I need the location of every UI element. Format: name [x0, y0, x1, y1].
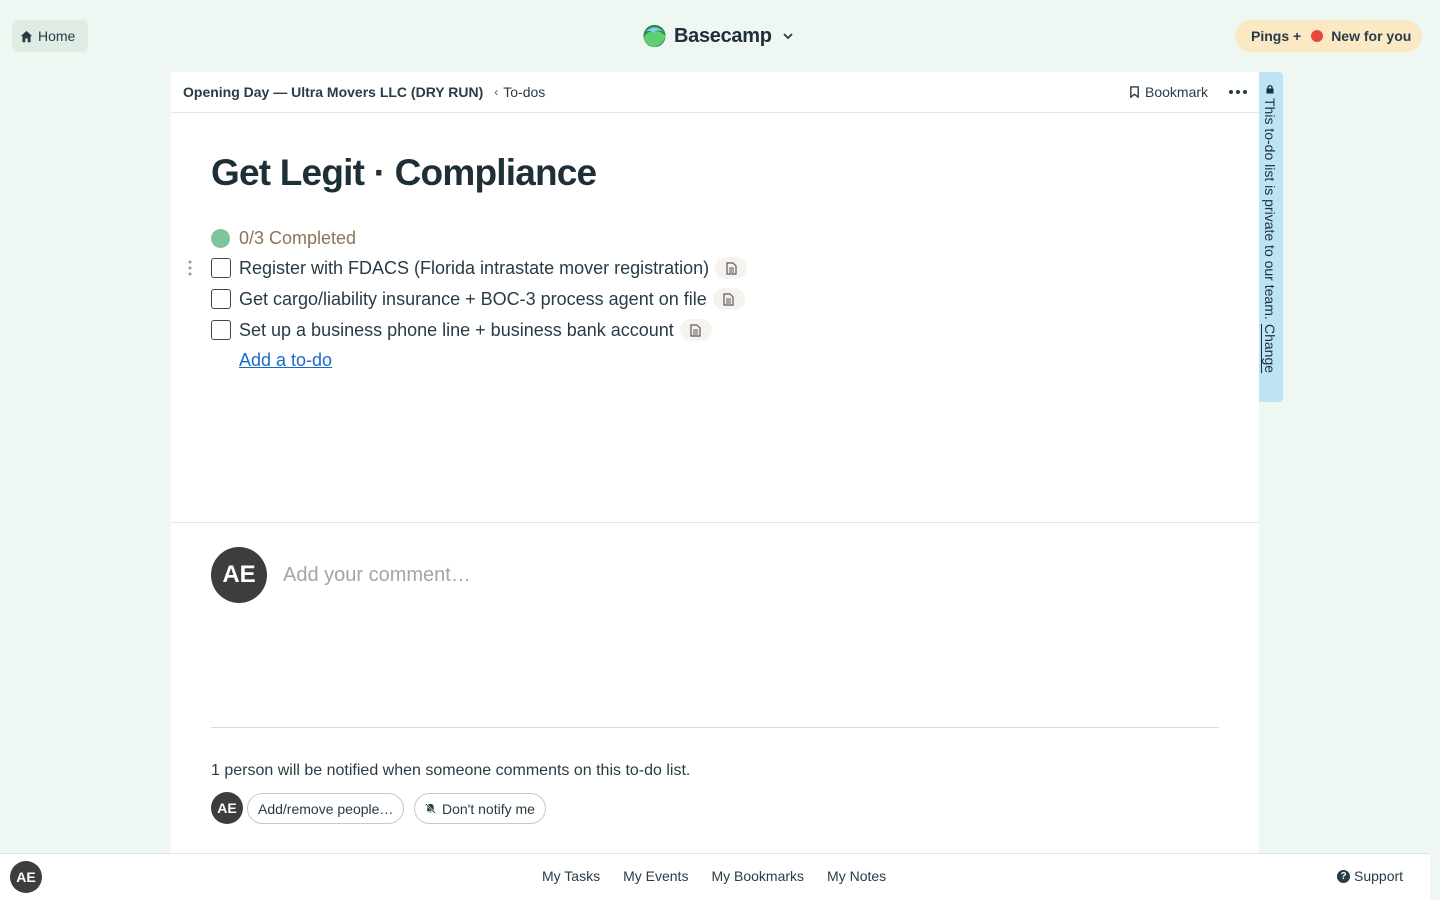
- ellipsis-icon: [1229, 90, 1247, 94]
- dont-notify-label: Don't notify me: [442, 800, 535, 817]
- bookmark-label: Bookmark: [1145, 84, 1209, 100]
- add-todo-link[interactable]: Add a to-do: [239, 350, 332, 371]
- add-remove-people-button[interactable]: Add/remove people…: [247, 793, 405, 824]
- progress-pie-icon: [211, 229, 230, 248]
- todo-label[interactable]: Get cargo/liability insurance + BOC-3 pr…: [239, 289, 707, 310]
- drag-handle-icon[interactable]: [187, 259, 193, 277]
- pings-bar: Pings + New for you: [1235, 20, 1422, 52]
- basecamp-switcher[interactable]: Basecamp: [641, 22, 794, 50]
- breadcrumb-todos[interactable]: To-dos: [503, 84, 545, 100]
- pings-button[interactable]: Pings +: [1251, 28, 1301, 44]
- my-notes-link[interactable]: My Notes: [827, 868, 886, 884]
- todolist-card: Opening Day — Ultra Movers LLC (DRY RUN)…: [171, 72, 1259, 853]
- basecamp-logo-icon: [643, 24, 666, 48]
- breadcrumb-separator: ‹: [494, 85, 499, 99]
- change-visibility-link[interactable]: Change: [1262, 324, 1278, 373]
- support-button[interactable]: ? Support: [1337, 868, 1403, 884]
- home-button[interactable]: Home: [12, 20, 88, 52]
- notes-icon: [715, 257, 748, 279]
- divider: [171, 522, 1259, 523]
- notification-dot-icon: [1311, 30, 1324, 42]
- progress-indicator: 0/3 Completed: [211, 228, 356, 249]
- breadcrumb-project[interactable]: Opening Day — Ultra Movers LLC (DRY RUN): [183, 84, 483, 100]
- account-avatar[interactable]: AE: [10, 861, 42, 893]
- home-label: Home: [38, 28, 76, 44]
- progress-text: 0/3 Completed: [239, 228, 357, 248]
- help-icon: ?: [1337, 869, 1350, 883]
- bookmark-button[interactable]: Bookmark: [1129, 82, 1208, 102]
- private-notice-text: This to-do list is private to our team.: [1262, 98, 1278, 320]
- avatar: AE: [211, 547, 267, 603]
- divider: [211, 727, 1219, 728]
- chevron-down-icon: [783, 33, 793, 40]
- my-tasks-link[interactable]: My Tasks: [542, 868, 600, 884]
- support-label: Support: [1354, 868, 1404, 884]
- subscriber-avatar[interactable]: AE: [211, 792, 243, 824]
- new-for-you-button[interactable]: New for you: [1331, 28, 1411, 44]
- home-icon: [20, 30, 33, 42]
- todo-item: Get cargo/liability insurance + BOC-3 pr…: [211, 287, 745, 311]
- bottom-bar: AE My Tasks My Events My Bookmarks My No…: [0, 853, 1430, 900]
- bottom-links: My Tasks My Events My Bookmarks My Notes: [542, 868, 886, 884]
- private-notice-tab: This to-do list is private to our team. …: [1259, 72, 1283, 402]
- bookmark-icon: [1130, 86, 1139, 98]
- my-bookmarks-link[interactable]: My Bookmarks: [711, 868, 804, 884]
- more-options-button[interactable]: [1227, 82, 1249, 102]
- lock-icon: [1266, 84, 1274, 94]
- my-events-link[interactable]: My Events: [623, 868, 688, 884]
- brand-name: Basecamp: [674, 24, 772, 47]
- bell-off-icon: [425, 803, 436, 814]
- notes-icon: [679, 319, 712, 341]
- todo-checkbox[interactable]: [211, 258, 231, 278]
- todo-label[interactable]: Set up a business phone line + business …: [239, 320, 674, 341]
- breadcrumb: Opening Day — Ultra Movers LLC (DRY RUN)…: [171, 72, 1259, 113]
- todo-item: Set up a business phone line + business …: [211, 318, 712, 342]
- todo-checkbox[interactable]: [211, 320, 231, 340]
- todo-item: Register with FDACS (Florida intrastate …: [211, 256, 748, 280]
- dont-notify-button[interactable]: Don't notify me: [414, 793, 546, 824]
- notes-icon: [712, 288, 745, 310]
- notify-text: 1 person will be notified when someone c…: [211, 762, 691, 779]
- comment-input[interactable]: [283, 560, 883, 590]
- page-title: Get Legit · Compliance: [211, 152, 597, 193]
- todo-checkbox[interactable]: [211, 289, 231, 309]
- todo-label[interactable]: Register with FDACS (Florida intrastate …: [239, 258, 709, 279]
